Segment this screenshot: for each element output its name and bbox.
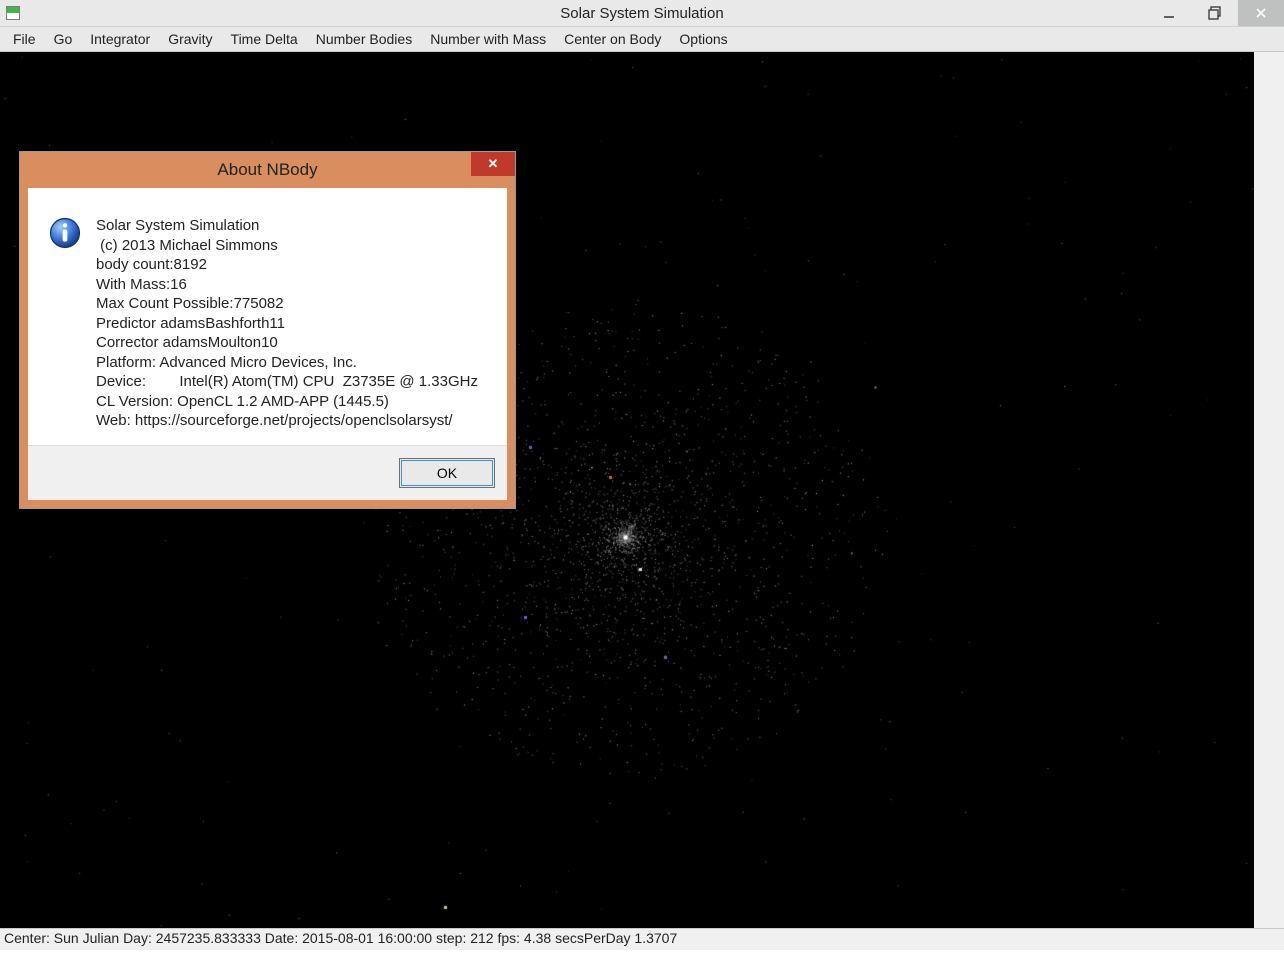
close-icon <box>1254 6 1268 20</box>
info-icon <box>48 216 82 250</box>
window-controls <box>1146 0 1284 26</box>
maximize-button[interactable] <box>1192 0 1238 26</box>
menu-file[interactable]: File <box>4 29 45 49</box>
menu-go[interactable]: Go <box>45 29 82 49</box>
menubar: File Go Integrator Gravity Time Delta Nu… <box>0 27 1284 52</box>
dialog-titlebar[interactable]: About NBody ✕ <box>20 152 515 188</box>
dialog-button-row: OK <box>28 445 507 500</box>
ok-button[interactable]: OK <box>399 458 495 488</box>
menu-integrator[interactable]: Integrator <box>81 29 159 49</box>
about-line-corrector: Corrector adamsMoulton10 <box>96 333 487 353</box>
dialog-close-button[interactable]: ✕ <box>471 152 515 176</box>
about-line-max-count: Max Count Possible:775082 <box>96 294 487 314</box>
about-line-with-mass: With Mass:16 <box>96 275 487 295</box>
about-line-cl-version: CL Version: OpenCL 1.2 AMD-APP (1445.5) <box>96 392 487 412</box>
dialog-text: Solar System Simulation (c) 2013 Michael… <box>96 216 487 431</box>
about-line-copyright: (c) 2013 Michael Simmons <box>96 236 487 256</box>
close-button[interactable] <box>1238 0 1284 26</box>
menu-number-bodies[interactable]: Number Bodies <box>307 29 422 49</box>
window-titlebar: Solar System Simulation <box>0 0 1284 27</box>
about-line-device: Device: Intel(R) Atom(TM) CPU Z3735E @ 1… <box>96 372 487 392</box>
about-dialog: About NBody ✕ <box>19 151 516 509</box>
about-line-platform: Platform: Advanced Micro Devices, Inc. <box>96 353 487 373</box>
minimize-button[interactable] <box>1146 0 1192 26</box>
menu-options[interactable]: Options <box>670 29 736 49</box>
menu-gravity[interactable]: Gravity <box>159 29 221 49</box>
about-line-predictor: Predictor adamsBashforth11 <box>96 314 487 334</box>
dialog-title: About NBody <box>217 160 317 180</box>
about-line-web: Web: https://sourceforge.net/projects/op… <box>96 411 487 431</box>
about-line-app: Solar System Simulation <box>96 216 487 236</box>
minimize-icon <box>1162 6 1176 20</box>
menu-number-with-mass[interactable]: Number with Mass <box>421 29 555 49</box>
menu-center-on-body[interactable]: Center on Body <box>555 29 670 49</box>
vertical-scrollbar[interactable] <box>1254 52 1284 928</box>
maximize-icon <box>1208 6 1222 20</box>
window-title: Solar System Simulation <box>0 5 1284 22</box>
close-icon: ✕ <box>488 156 499 172</box>
menu-time-delta[interactable]: Time Delta <box>222 29 307 49</box>
dialog-body: Solar System Simulation (c) 2013 Michael… <box>28 188 507 445</box>
dialog-frame: Solar System Simulation (c) 2013 Michael… <box>20 188 515 508</box>
status-bar: Center: Sun Julian Day: 2457235.833333 D… <box>0 928 1284 950</box>
status-text: Center: Sun Julian Day: 2457235.833333 D… <box>4 930 677 946</box>
about-line-body-count: body count:8192 <box>96 255 487 275</box>
